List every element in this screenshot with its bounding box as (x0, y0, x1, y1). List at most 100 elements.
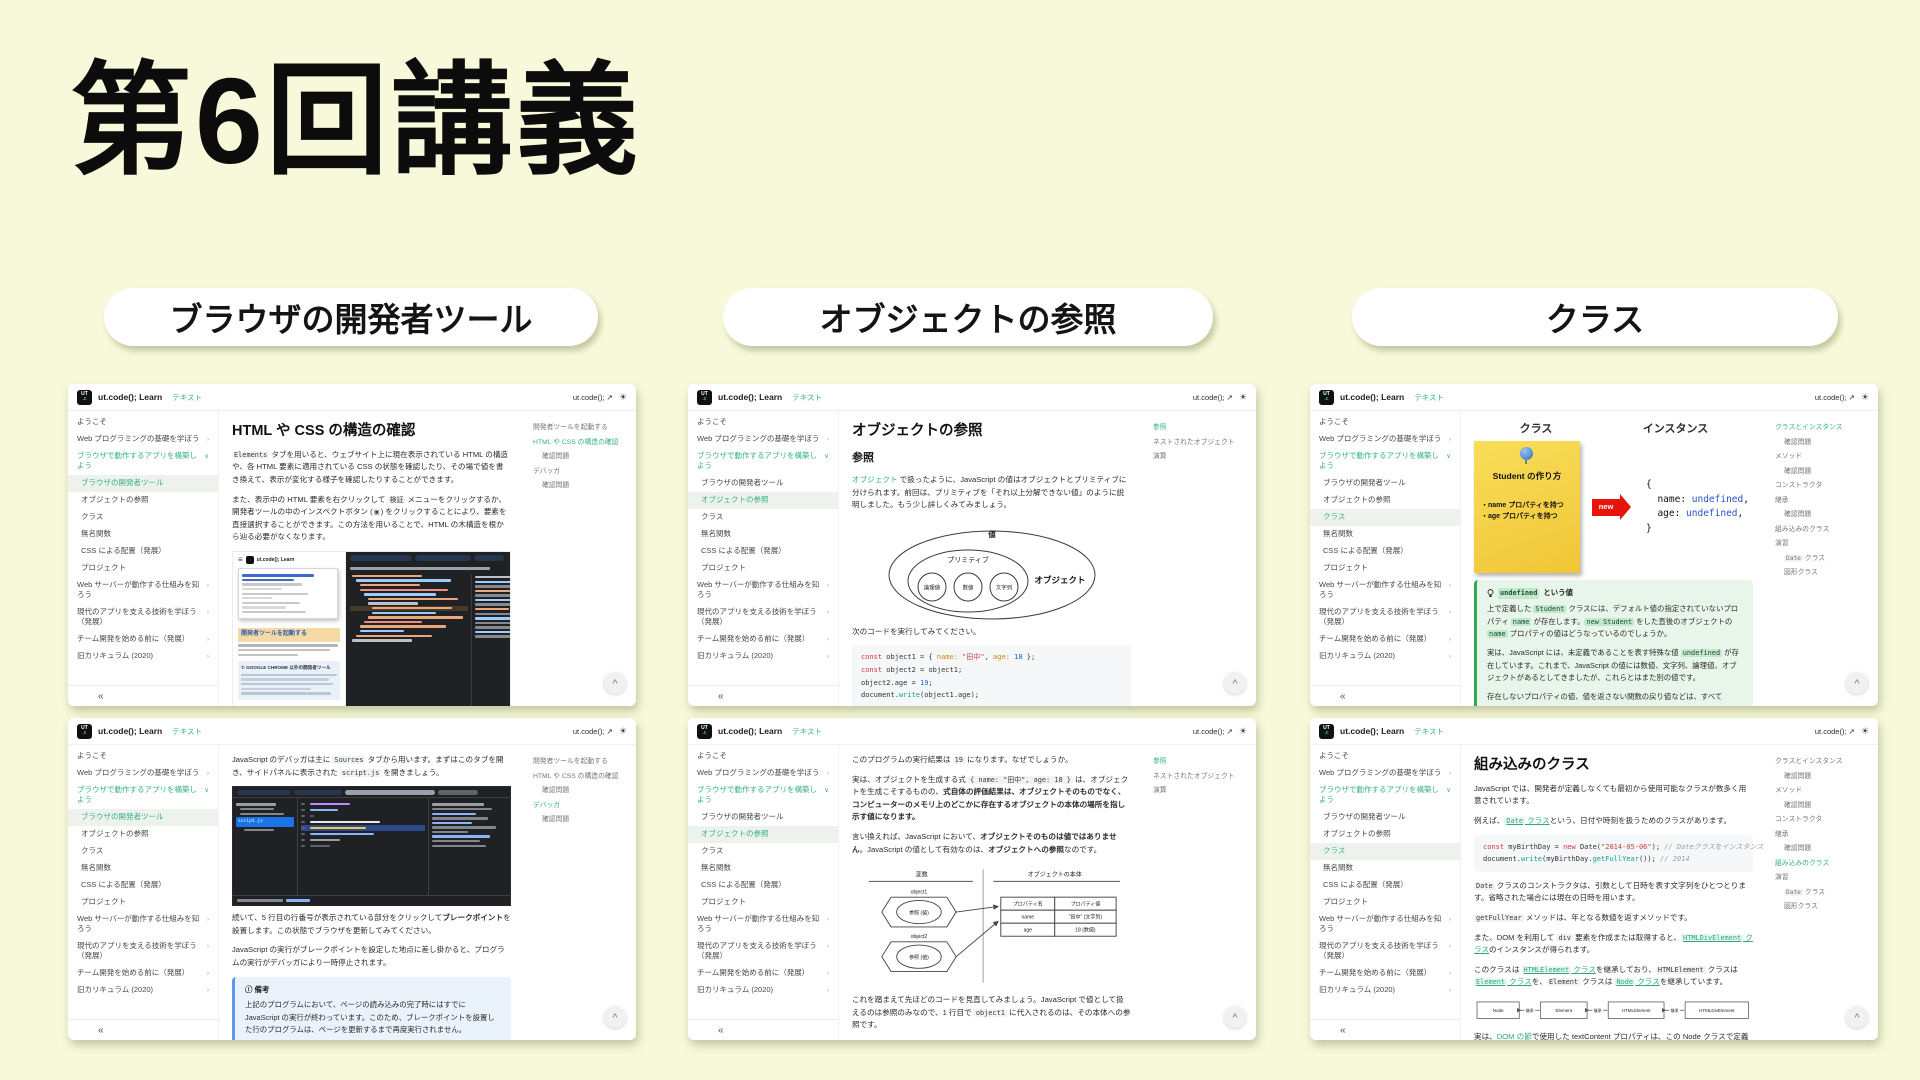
sidebar-item[interactable]: CSS による配置（発展） (688, 877, 838, 894)
sidebar-item[interactable]: クラス (1310, 509, 1460, 526)
scroll-to-top-button[interactable]: ^ (604, 1006, 626, 1028)
sidebar-item[interactable]: Web プログラミングの基礎を学ぼう› (1310, 431, 1460, 448)
sidebar-item[interactable]: クラス (688, 843, 838, 860)
scroll-to-top-button[interactable]: ^ (1224, 672, 1246, 694)
theme-toggle-sun-icon[interactable]: ☀ (619, 392, 627, 403)
sidebar-item[interactable]: 現代のアプリを支える技術を学ぼう（発展）› (1310, 604, 1460, 631)
theme-toggle-sun-icon[interactable]: ☀ (1861, 392, 1869, 403)
sidebar-item[interactable]: オブジェクトの参照 (1310, 492, 1460, 509)
toc-item[interactable]: 演算 (1153, 452, 1250, 463)
sidebar-item[interactable]: 現代のアプリを支える技術を学ぼう（発展）› (68, 604, 218, 631)
toc-item[interactable]: 確認問題 (533, 786, 630, 797)
sidebar-item[interactable]: ようこそ (68, 414, 218, 431)
nav-link-text[interactable]: テキスト (1414, 726, 1444, 737)
sidebar-item[interactable]: 現代のアプリを支える技術を学ぼう（発展）› (688, 938, 838, 965)
utcode-logo-icon[interactable]: UT.c (1319, 390, 1334, 405)
scroll-to-top-button[interactable]: ^ (1224, 1006, 1246, 1028)
sidebar-item[interactable]: プロジェクト (68, 560, 218, 577)
sidebar-item[interactable]: オブジェクトの参照 (68, 826, 218, 843)
sidebar-item[interactable]: チーム開発を始める前に（発展）› (688, 631, 838, 648)
brand-title[interactable]: ut.code(); Learn (98, 392, 162, 402)
toc-item[interactable]: 演習 (1775, 539, 1872, 550)
sidebar-item[interactable]: CSS による配置（発展） (68, 543, 218, 560)
external-site-link[interactable]: ut.code(); ↗ (1193, 393, 1233, 402)
sidebar-item[interactable]: オブジェクトの参照 (688, 492, 838, 509)
sidebar-item[interactable]: クラス (688, 509, 838, 526)
sidebar-item[interactable]: 無名関数 (1310, 526, 1460, 543)
toc-item[interactable]: ネストされたオブジェクト (1153, 772, 1250, 783)
toc-item[interactable]: メソッド (1775, 786, 1872, 797)
sidebar-item[interactable]: 旧カリキュラム (2020)› (1310, 982, 1460, 999)
sidebar-item[interactable]: ブラウザで動作するアプリを構築しよう∨ (1310, 448, 1460, 475)
brand-title[interactable]: ut.code(); Learn (718, 392, 782, 402)
toc-item[interactable]: 確認問題 (533, 815, 630, 826)
sidebar-item[interactable]: チーム開発を始める前に（発展）› (68, 631, 218, 648)
sidebar-collapse-button[interactable]: « (68, 1019, 218, 1040)
sidebar-item[interactable]: CSS による配置（発展） (1310, 543, 1460, 560)
sidebar-item[interactable]: プロジェクト (68, 894, 218, 911)
scroll-to-top-button[interactable]: ^ (1846, 1006, 1868, 1028)
sidebar-item[interactable]: Web プログラミングの基礎を学ぼう› (1310, 765, 1460, 782)
toc-item[interactable]: 演算 (1153, 786, 1250, 797)
theme-toggle-sun-icon[interactable]: ☀ (1239, 726, 1247, 737)
sidebar-item[interactable]: オブジェクトの参照 (68, 492, 218, 509)
sidebar-item[interactable]: 無名関数 (68, 860, 218, 877)
sidebar-item[interactable]: ようこそ (1310, 414, 1460, 431)
toc-item[interactable]: デバッガ (533, 801, 630, 812)
theme-toggle-sun-icon[interactable]: ☀ (1239, 392, 1247, 403)
toc-item[interactable]: Date クラス (1775, 888, 1872, 899)
toc-item[interactable]: ネストされたオブジェクト (1153, 438, 1250, 449)
sidebar-item[interactable]: プロジェクト (688, 894, 838, 911)
sidebar-item[interactable]: 旧カリキュラム (2020)› (68, 648, 218, 665)
sidebar-item[interactable]: ブラウザで動作するアプリを構築しよう∨ (688, 782, 838, 809)
sidebar-item[interactable]: ようこそ (1310, 748, 1460, 765)
theme-toggle-sun-icon[interactable]: ☀ (619, 726, 627, 737)
sidebar-item[interactable]: Web プログラミングの基礎を学ぼう› (688, 431, 838, 448)
external-site-link[interactable]: ut.code(); ↗ (573, 393, 613, 402)
sidebar-item[interactable]: プロジェクト (688, 560, 838, 577)
nav-link-text[interactable]: テキスト (1414, 392, 1444, 403)
toc-item[interactable]: 確認問題 (1775, 510, 1872, 521)
sidebar-item[interactable]: Web プログラミングの基礎を学ぼう› (688, 765, 838, 782)
sidebar-collapse-button[interactable]: « (688, 1019, 838, 1040)
toc-item[interactable]: HTML や CSS の構造の確認 (533, 772, 630, 783)
theme-toggle-sun-icon[interactable]: ☀ (1861, 726, 1869, 737)
sidebar-item[interactable]: 旧カリキュラム (2020)› (68, 982, 218, 999)
toc-item[interactable]: 組み込みのクラス (1775, 859, 1872, 870)
utcode-logo-icon[interactable]: UT.c (697, 724, 712, 739)
sidebar-item[interactable]: チーム開発を始める前に（発展）› (688, 965, 838, 982)
sidebar-item[interactable]: CSS による配置（発展） (688, 543, 838, 560)
sidebar-item[interactable]: チーム開発を始める前に（発展）› (1310, 965, 1460, 982)
sidebar-item[interactable]: Web サーバーが動作する仕組みを知ろう› (688, 910, 838, 937)
sidebar-collapse-button[interactable]: « (688, 685, 838, 706)
sidebar-item[interactable]: プロジェクト (1310, 560, 1460, 577)
selected-file-script-js[interactable]: script.js (236, 817, 294, 827)
nav-link-text[interactable]: テキスト (792, 726, 822, 737)
sidebar-item[interactable]: 無名関数 (688, 860, 838, 877)
nav-link-text[interactable]: テキスト (172, 392, 202, 403)
scroll-to-top-button[interactable]: ^ (604, 672, 626, 694)
toc-item[interactable]: 開発者ツールを起動する (533, 757, 630, 768)
sidebar-item[interactable]: ようこそ (68, 748, 218, 765)
toc-item[interactable]: コンストラクタ (1775, 815, 1872, 826)
sidebar-item[interactable]: Web プログラミングの基礎を学ぼう› (68, 431, 218, 448)
sidebar-item[interactable]: 無名関数 (1310, 860, 1460, 877)
sidebar-item[interactable]: 現代のアプリを支える技術を学ぼう（発展）› (1310, 938, 1460, 965)
sidebar-item[interactable]: ブラウザで動作するアプリを構築しよう∨ (1310, 782, 1460, 809)
toc-item[interactable]: 継承 (1775, 496, 1872, 507)
sidebar-collapse-button[interactable]: « (1310, 1019, 1460, 1040)
sidebar-item[interactable]: 無名関数 (68, 526, 218, 543)
sidebar-item[interactable]: ブラウザの開発者ツール (688, 809, 838, 826)
toc-item[interactable]: 継承 (1775, 830, 1872, 841)
toc-item[interactable]: 確認問題 (1775, 438, 1872, 449)
sidebar-item[interactable]: ようこそ (688, 748, 838, 765)
sidebar-item[interactable]: 無名関数 (688, 526, 838, 543)
nav-link-text[interactable]: テキスト (172, 726, 202, 737)
toc-item[interactable]: メソッド (1775, 452, 1872, 463)
toc-item[interactable]: コンストラクタ (1775, 481, 1872, 492)
sidebar-item[interactable]: オブジェクトの参照 (1310, 826, 1460, 843)
external-site-link[interactable]: ut.code(); ↗ (1193, 727, 1233, 736)
sidebar-item[interactable]: Web サーバーが動作する仕組みを知ろう› (688, 576, 838, 603)
toc-item[interactable]: 確認問題 (1775, 467, 1872, 478)
toc-item[interactable]: クラスとインスタンス (1775, 757, 1872, 768)
